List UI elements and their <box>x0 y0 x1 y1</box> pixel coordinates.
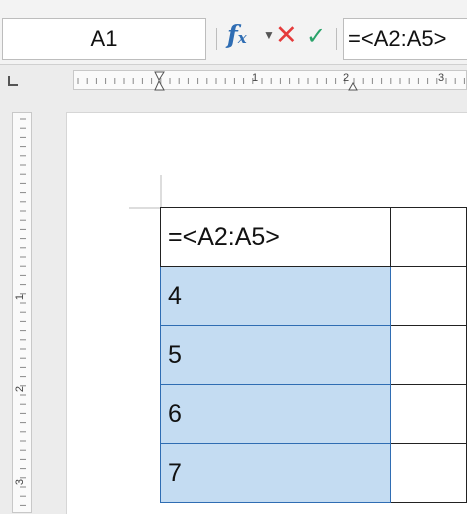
table-cell[interactable] <box>389 266 467 326</box>
ruler-label: 2 <box>14 385 27 393</box>
table-row: =<A2:A5> <box>160 207 467 267</box>
table-cell-selected[interactable]: 6 <box>160 384 391 444</box>
chevron-down-icon[interactable]: ▼ <box>263 28 275 42</box>
ruler-label: 3 <box>14 478 27 486</box>
left-indent-marker[interactable] <box>154 79 165 91</box>
horizontal-ruler[interactable]: 1 2 3 <box>73 70 467 91</box>
checkmark-icon[interactable]: ✓ <box>306 22 326 51</box>
table-cell[interactable] <box>389 443 467 503</box>
formula-bar: A1 fx ▼ ✕ ✓ =<A2:A5> <box>0 0 467 65</box>
function-wizard-icon[interactable]: fx <box>227 20 247 49</box>
table-cell[interactable] <box>389 384 467 444</box>
separator <box>336 28 337 50</box>
table: =<A2:A5> 4 5 6 7 <box>160 207 467 503</box>
close-icon[interactable]: ✕ <box>275 20 298 51</box>
ruler-label: 2 <box>343 72 350 84</box>
table-cell-selected[interactable]: 7 <box>160 443 391 503</box>
first-line-indent-marker[interactable] <box>154 71 165 82</box>
vertical-ruler[interactable]: 1 2 3 <box>12 112 32 513</box>
formula-input[interactable]: =<A2:A5> <box>343 18 467 60</box>
column-marker[interactable] <box>348 81 358 91</box>
table-cell[interactable]: =<A2:A5> <box>160 207 391 267</box>
separator <box>216 28 217 50</box>
table-cell[interactable] <box>389 325 467 385</box>
ruler-label: 3 <box>438 72 445 84</box>
ruler-label: 1 <box>252 72 259 84</box>
table-row: 6 <box>160 384 467 444</box>
table-cell[interactable] <box>389 207 467 267</box>
tab-stop-selector-icon[interactable] <box>8 76 18 86</box>
ruler-label: 1 <box>14 293 27 301</box>
table-row: 4 <box>160 266 467 326</box>
table-cell-selected[interactable]: 4 <box>160 266 391 326</box>
horizontal-ruler-ticks <box>77 71 465 91</box>
table-row: 7 <box>160 443 467 503</box>
name-box[interactable]: A1 <box>2 18 206 60</box>
table-cell-selected[interactable]: 5 <box>160 325 391 385</box>
vertical-ruler-ticks <box>20 118 26 506</box>
table-row: 5 <box>160 325 467 385</box>
